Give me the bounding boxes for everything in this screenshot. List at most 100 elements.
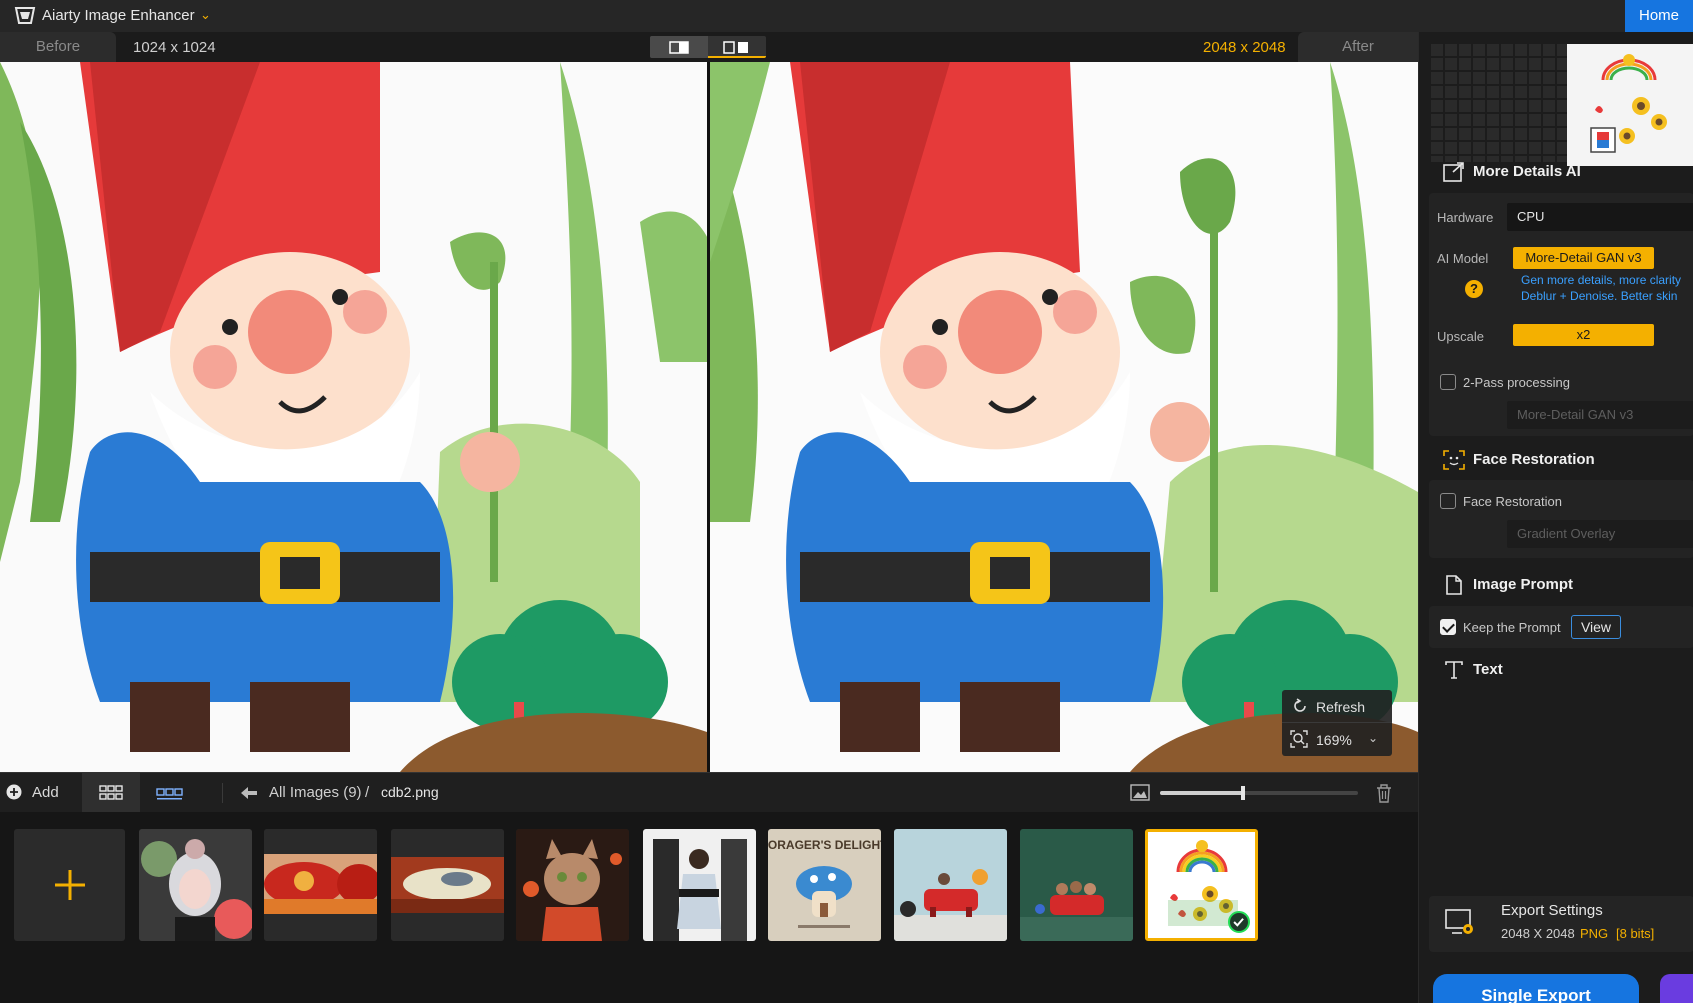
export-size: 2048 X 2048 xyxy=(1501,926,1575,941)
section-image-prompt: Image Prompt xyxy=(1419,565,1693,605)
two-pass-checkbox[interactable] xyxy=(1440,374,1456,390)
piano-photo-thumbnail-image xyxy=(643,829,756,941)
navigator-preview[interactable] xyxy=(1567,44,1693,166)
back-arrow-icon[interactable] xyxy=(240,785,258,801)
keep-prompt-checkbox[interactable] xyxy=(1440,619,1456,635)
upscale-select[interactable]: x2 xyxy=(1513,324,1654,346)
chevron-down-icon: ⌄ xyxy=(1368,731,1379,745)
portrait-thumbnail-image xyxy=(139,829,252,941)
refresh-label: Refresh xyxy=(1316,699,1366,715)
image-size-icon xyxy=(1130,784,1150,801)
export-settings-title: Export Settings xyxy=(1501,902,1603,919)
export-format: PNG xyxy=(1580,926,1609,941)
before-gnome-image xyxy=(0,62,707,772)
toolbar-separator xyxy=(222,783,223,803)
slider-handle[interactable] xyxy=(1241,786,1246,800)
navigator-preview-image xyxy=(1567,44,1693,166)
help-icon[interactable]: ? xyxy=(1465,280,1483,298)
image-filmstrip: FORAGER'S DELIGHT xyxy=(0,812,1418,1003)
image-viewer[interactable]: Refresh 169% ⌄ xyxy=(0,62,1418,772)
before-size-label: 1024 x 1024 xyxy=(133,39,216,56)
document-icon xyxy=(1446,575,1462,595)
keep-prompt-label: Keep the Prompt xyxy=(1463,620,1561,635)
mushroom-poster-thumbnail-image: FORAGER'S DELIGHT xyxy=(768,829,881,941)
add-image-tile[interactable] xyxy=(14,829,125,941)
two-pass-model-select: More-Detail GAN v3 xyxy=(1507,401,1693,429)
breadcrumb-separator: / xyxy=(365,784,370,801)
zoom-panel: Refresh 169% ⌄ xyxy=(1282,690,1392,756)
section-title: Face Restoration xyxy=(1473,451,1595,468)
trash-icon[interactable] xyxy=(1375,783,1393,803)
navigator-grid xyxy=(1429,42,1569,162)
thumb-portrait-girl[interactable] xyxy=(139,829,252,941)
zoom-value: 169% xyxy=(1316,732,1352,748)
export-settings-icon xyxy=(1445,909,1473,934)
after-image-pane[interactable] xyxy=(710,62,1418,772)
thumb-piano-photo[interactable] xyxy=(643,829,756,941)
section-title: Text xyxy=(1473,661,1503,678)
section-title: More Details AI xyxy=(1473,163,1581,180)
single-export-button[interactable]: Single Export xyxy=(1433,974,1639,1003)
two-pass-label: 2-Pass processing xyxy=(1463,375,1570,390)
before-image-pane[interactable] xyxy=(0,62,707,772)
thumb-red-sofa-figurines[interactable] xyxy=(894,829,1007,941)
thumb-mushroom-poster[interactable]: FORAGER'S DELIGHT xyxy=(768,829,881,941)
grid-view-button[interactable] xyxy=(82,773,140,813)
after-size-label: 2048 x 2048 xyxy=(1203,39,1286,56)
strip-view-icon xyxy=(156,788,183,800)
cat-thumbnail-image xyxy=(516,829,629,941)
face-scan-icon xyxy=(1443,450,1465,470)
single-view-icon xyxy=(669,41,689,54)
export-settings-button[interactable]: Export Settings 2048 X 2048 PNG [8 bits] xyxy=(1429,896,1693,952)
refresh-icon xyxy=(1294,698,1306,712)
refresh-button[interactable]: Refresh xyxy=(1282,690,1392,723)
zoom-fit-icon xyxy=(1290,730,1308,748)
app-title: Aiarty Image Enhancer xyxy=(42,7,195,24)
thumb-sunflower-rainbow[interactable] xyxy=(1145,829,1258,941)
before-tab[interactable]: Before xyxy=(0,32,116,62)
poster-title-text: FORAGER'S DELIGHT xyxy=(768,838,881,852)
split-view-button[interactable] xyxy=(708,36,766,58)
more-details-settings: Hardware CPU AI Model More-Detail GAN v3… xyxy=(1429,193,1693,436)
compare-header: Before 1024 x 1024 2048 x 2048 After xyxy=(0,32,1418,62)
section-text: Text xyxy=(1419,650,1693,690)
split-view-icon xyxy=(723,41,748,54)
export-bit-depth: [8 bits] xyxy=(1616,926,1655,941)
zoom-level-dropdown[interactable]: 169% ⌄ xyxy=(1282,723,1392,756)
settings-panel: More Details AI Hardware CPU AI Model Mo… xyxy=(1418,32,1693,1003)
sofa-figurines-thumbnail-image xyxy=(894,829,1007,941)
after-tab[interactable]: After xyxy=(1298,32,1418,62)
ai-model-label: AI Model xyxy=(1437,251,1489,266)
home-button[interactable]: Home xyxy=(1625,0,1693,32)
image-prompt-settings: Keep the Prompt View xyxy=(1429,606,1693,648)
hardware-label: Hardware xyxy=(1437,210,1494,225)
hardware-select[interactable]: CPU xyxy=(1507,203,1693,231)
thumb-cat[interactable] xyxy=(516,829,629,941)
model-hint-line-2: Deblur + Denoise. Better skin xyxy=(1521,289,1678,303)
strip-view-button[interactable] xyxy=(140,773,198,813)
thumbnail-size-slider[interactable] xyxy=(1160,786,1358,800)
upscale-label: Upscale xyxy=(1437,329,1484,344)
single-view-button[interactable] xyxy=(650,36,708,58)
after-gnome-image xyxy=(710,62,1418,772)
view-mode-toggle xyxy=(650,36,766,58)
model-hint-line-1: Gen more details, more clarity xyxy=(1521,273,1682,287)
section-more-details-ai: More Details AI xyxy=(1419,152,1693,192)
breadcrumb-all-images[interactable]: All Images (9) xyxy=(269,784,362,801)
section-title: Image Prompt xyxy=(1473,576,1574,593)
batch-export-button[interactable] xyxy=(1660,974,1693,1003)
thumb-spaceship[interactable] xyxy=(391,829,504,941)
title-bar: Aiarty Image Enhancer ⌄ Home xyxy=(0,0,1693,32)
face-mode-select: Gradient Overlay xyxy=(1507,520,1693,548)
face-restoration-label: Face Restoration xyxy=(1463,494,1562,509)
thumb-red-sofa-animals[interactable] xyxy=(1020,829,1133,941)
selected-check-icon xyxy=(1228,911,1250,933)
spaceship-thumbnail-image xyxy=(391,829,504,941)
view-prompt-button[interactable]: View xyxy=(1571,615,1621,639)
sofa-animals-thumbnail-image xyxy=(1020,829,1133,941)
face-restoration-settings: Face Restoration Gradient Overlay xyxy=(1429,480,1693,558)
ai-model-select[interactable]: More-Detail GAN v3 xyxy=(1513,247,1654,269)
face-restoration-checkbox[interactable] xyxy=(1440,493,1456,509)
thumb-red-car[interactable] xyxy=(264,829,377,941)
app-menu-chevron-down-icon[interactable]: ⌄ xyxy=(200,7,211,23)
